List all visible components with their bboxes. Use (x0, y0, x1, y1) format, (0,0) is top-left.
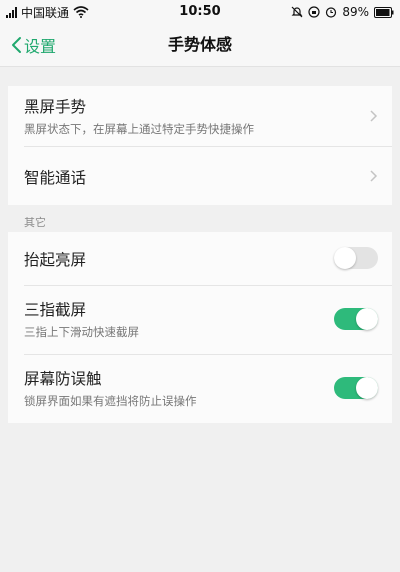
row-title: 黑屏手势 (24, 98, 87, 116)
row-subtitle: 锁屏界面如果有遮挡将防止误操作 (24, 394, 197, 408)
toggle-knob (334, 247, 356, 269)
chevron-right-icon (370, 110, 378, 122)
chevron-right-icon (370, 170, 378, 182)
wifi-icon (73, 6, 89, 18)
back-button[interactable]: 设置 (10, 24, 56, 66)
toggle-accidental-touch-prevention[interactable] (334, 377, 378, 399)
alarm-icon (326, 7, 337, 18)
battery-icon (374, 6, 394, 18)
row-subtitle: 三指上下滑动快速截屏 (24, 325, 139, 339)
row-black-screen-gesture[interactable]: 黑屏手势 黑屏状态下，在屏幕上通过特定手势快捷操作 (24, 86, 392, 147)
row-title: 三指截屏 (24, 301, 87, 319)
status-left: 中国联通 (6, 0, 89, 24)
battery-percent: 89% (342, 5, 369, 19)
row-smart-call[interactable]: 智能通话 (24, 147, 392, 205)
carrier-label: 中国联通 (21, 5, 70, 20)
page-title: 手势体感 (167, 35, 232, 54)
toggle-raise-to-wake[interactable] (334, 247, 378, 269)
nav-bar: 设置 手势体感 (0, 24, 400, 67)
row-raise-to-wake[interactable]: 抬起亮屏 (24, 232, 392, 286)
row-title: 智能通话 (24, 169, 87, 187)
status-bar: 中国联通 10:50 89% (0, 0, 400, 24)
settings-group-gestures: 黑屏手势 黑屏状态下，在屏幕上通过特定手势快捷操作 智能通话 (8, 86, 392, 205)
chevron-left-icon (12, 37, 21, 53)
signal-icon (6, 6, 17, 18)
row-three-finger-screenshot[interactable]: 三指截屏 三指上下滑动快速截屏 (24, 286, 392, 355)
row-title: 屏幕防误触 (24, 370, 102, 388)
toggle-knob (356, 377, 378, 399)
rotation-lock-icon (308, 6, 320, 18)
section-header-other: 其它 (24, 216, 46, 229)
row-accidental-touch-prevention[interactable]: 屏幕防误触 锁屏界面如果有遮挡将防止误操作 (24, 355, 392, 423)
toggle-knob (356, 308, 378, 330)
row-title: 抬起亮屏 (24, 251, 87, 269)
row-subtitle: 黑屏状态下，在屏幕上通过特定手势快捷操作 (24, 122, 254, 136)
back-label: 设置 (24, 37, 57, 56)
bell-mute-icon (291, 6, 303, 18)
settings-group-other: 抬起亮屏 三指截屏 三指上下滑动快速截屏 屏幕防误触 锁屏界面如果有遮挡将防止误… (8, 232, 392, 423)
status-right: 89% (291, 0, 394, 24)
toggle-three-finger-screenshot[interactable] (334, 308, 378, 330)
